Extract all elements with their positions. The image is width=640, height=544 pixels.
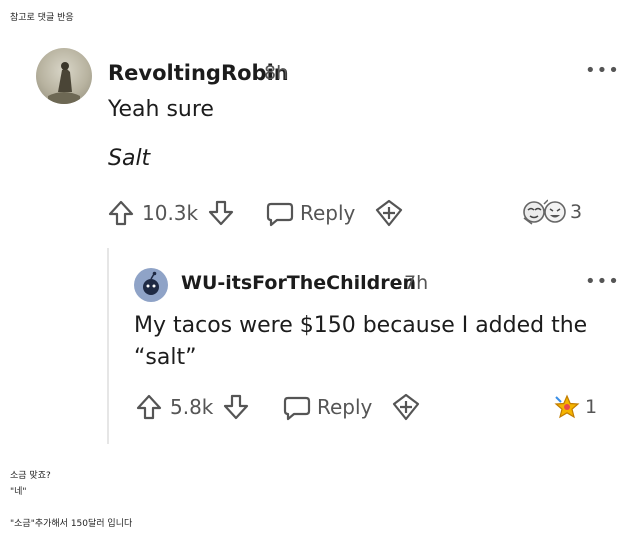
reply-reply-button[interactable]: Reply <box>282 392 372 422</box>
reply-label: Reply <box>300 201 356 225</box>
reply-button[interactable]: Reply <box>265 198 355 228</box>
laughing-award-icon <box>544 201 566 223</box>
thread-line[interactable] <box>107 248 109 444</box>
comment-text-line1: Yeah sure <box>108 97 214 122</box>
reply-awards-display[interactable]: 1 <box>553 393 597 421</box>
reply-upvote-icon[interactable] <box>134 392 164 422</box>
reply-text: My tacos were $150 because I added the “… <box>134 313 588 370</box>
reply-reply-label: Reply <box>317 395 373 419</box>
upvote-count: 10.3k <box>142 201 199 225</box>
footer-line3: "소금"추가해서 150달러 입니다 <box>10 519 133 529</box>
comment-text-line2: Salt <box>108 146 151 171</box>
comment-time: 8h <box>264 62 289 84</box>
upvote-icon[interactable] <box>106 198 136 228</box>
reply-more-options-icon[interactable]: ••• <box>585 271 620 292</box>
downvote-icon[interactable] <box>206 198 236 228</box>
reply-username[interactable]: WU-itsForTheChildren <box>181 272 416 294</box>
reply-award-plus-icon <box>392 393 420 421</box>
reply-award-button[interactable] <box>390 392 422 422</box>
more-options-icon[interactable]: ••• <box>585 60 620 81</box>
avatar-figure-icon <box>48 62 80 104</box>
footer-line1: 소금 맞죠? <box>10 471 51 481</box>
awards-display[interactable]: 3 <box>522 198 582 226</box>
award-count: 3 <box>570 201 583 223</box>
footer-line2: "네" <box>10 487 27 497</box>
reply-downvote-icon[interactable] <box>221 392 251 422</box>
reply-user-avatar[interactable] <box>134 268 168 302</box>
user-avatar[interactable] <box>36 48 92 104</box>
reply-comment-bubble-icon <box>283 396 311 421</box>
reply-time: 7h <box>404 272 429 294</box>
award-plus-icon <box>375 199 403 227</box>
award-button[interactable] <box>373 198 405 228</box>
vote-group: 10.3k <box>106 198 236 228</box>
snoo-avatar-icon <box>143 271 159 295</box>
reply-upvote-count: 5.8k <box>170 395 214 419</box>
comment-bubble-icon <box>266 202 294 227</box>
reply-award-count: 1 <box>585 396 598 418</box>
header-caption: 참고로 댓글 반응 <box>10 13 74 23</box>
star-award-icon <box>554 394 580 419</box>
reply-vote-group: 5.8k <box>134 392 251 422</box>
comment-username[interactable]: RevoltingRobin <box>108 61 289 85</box>
